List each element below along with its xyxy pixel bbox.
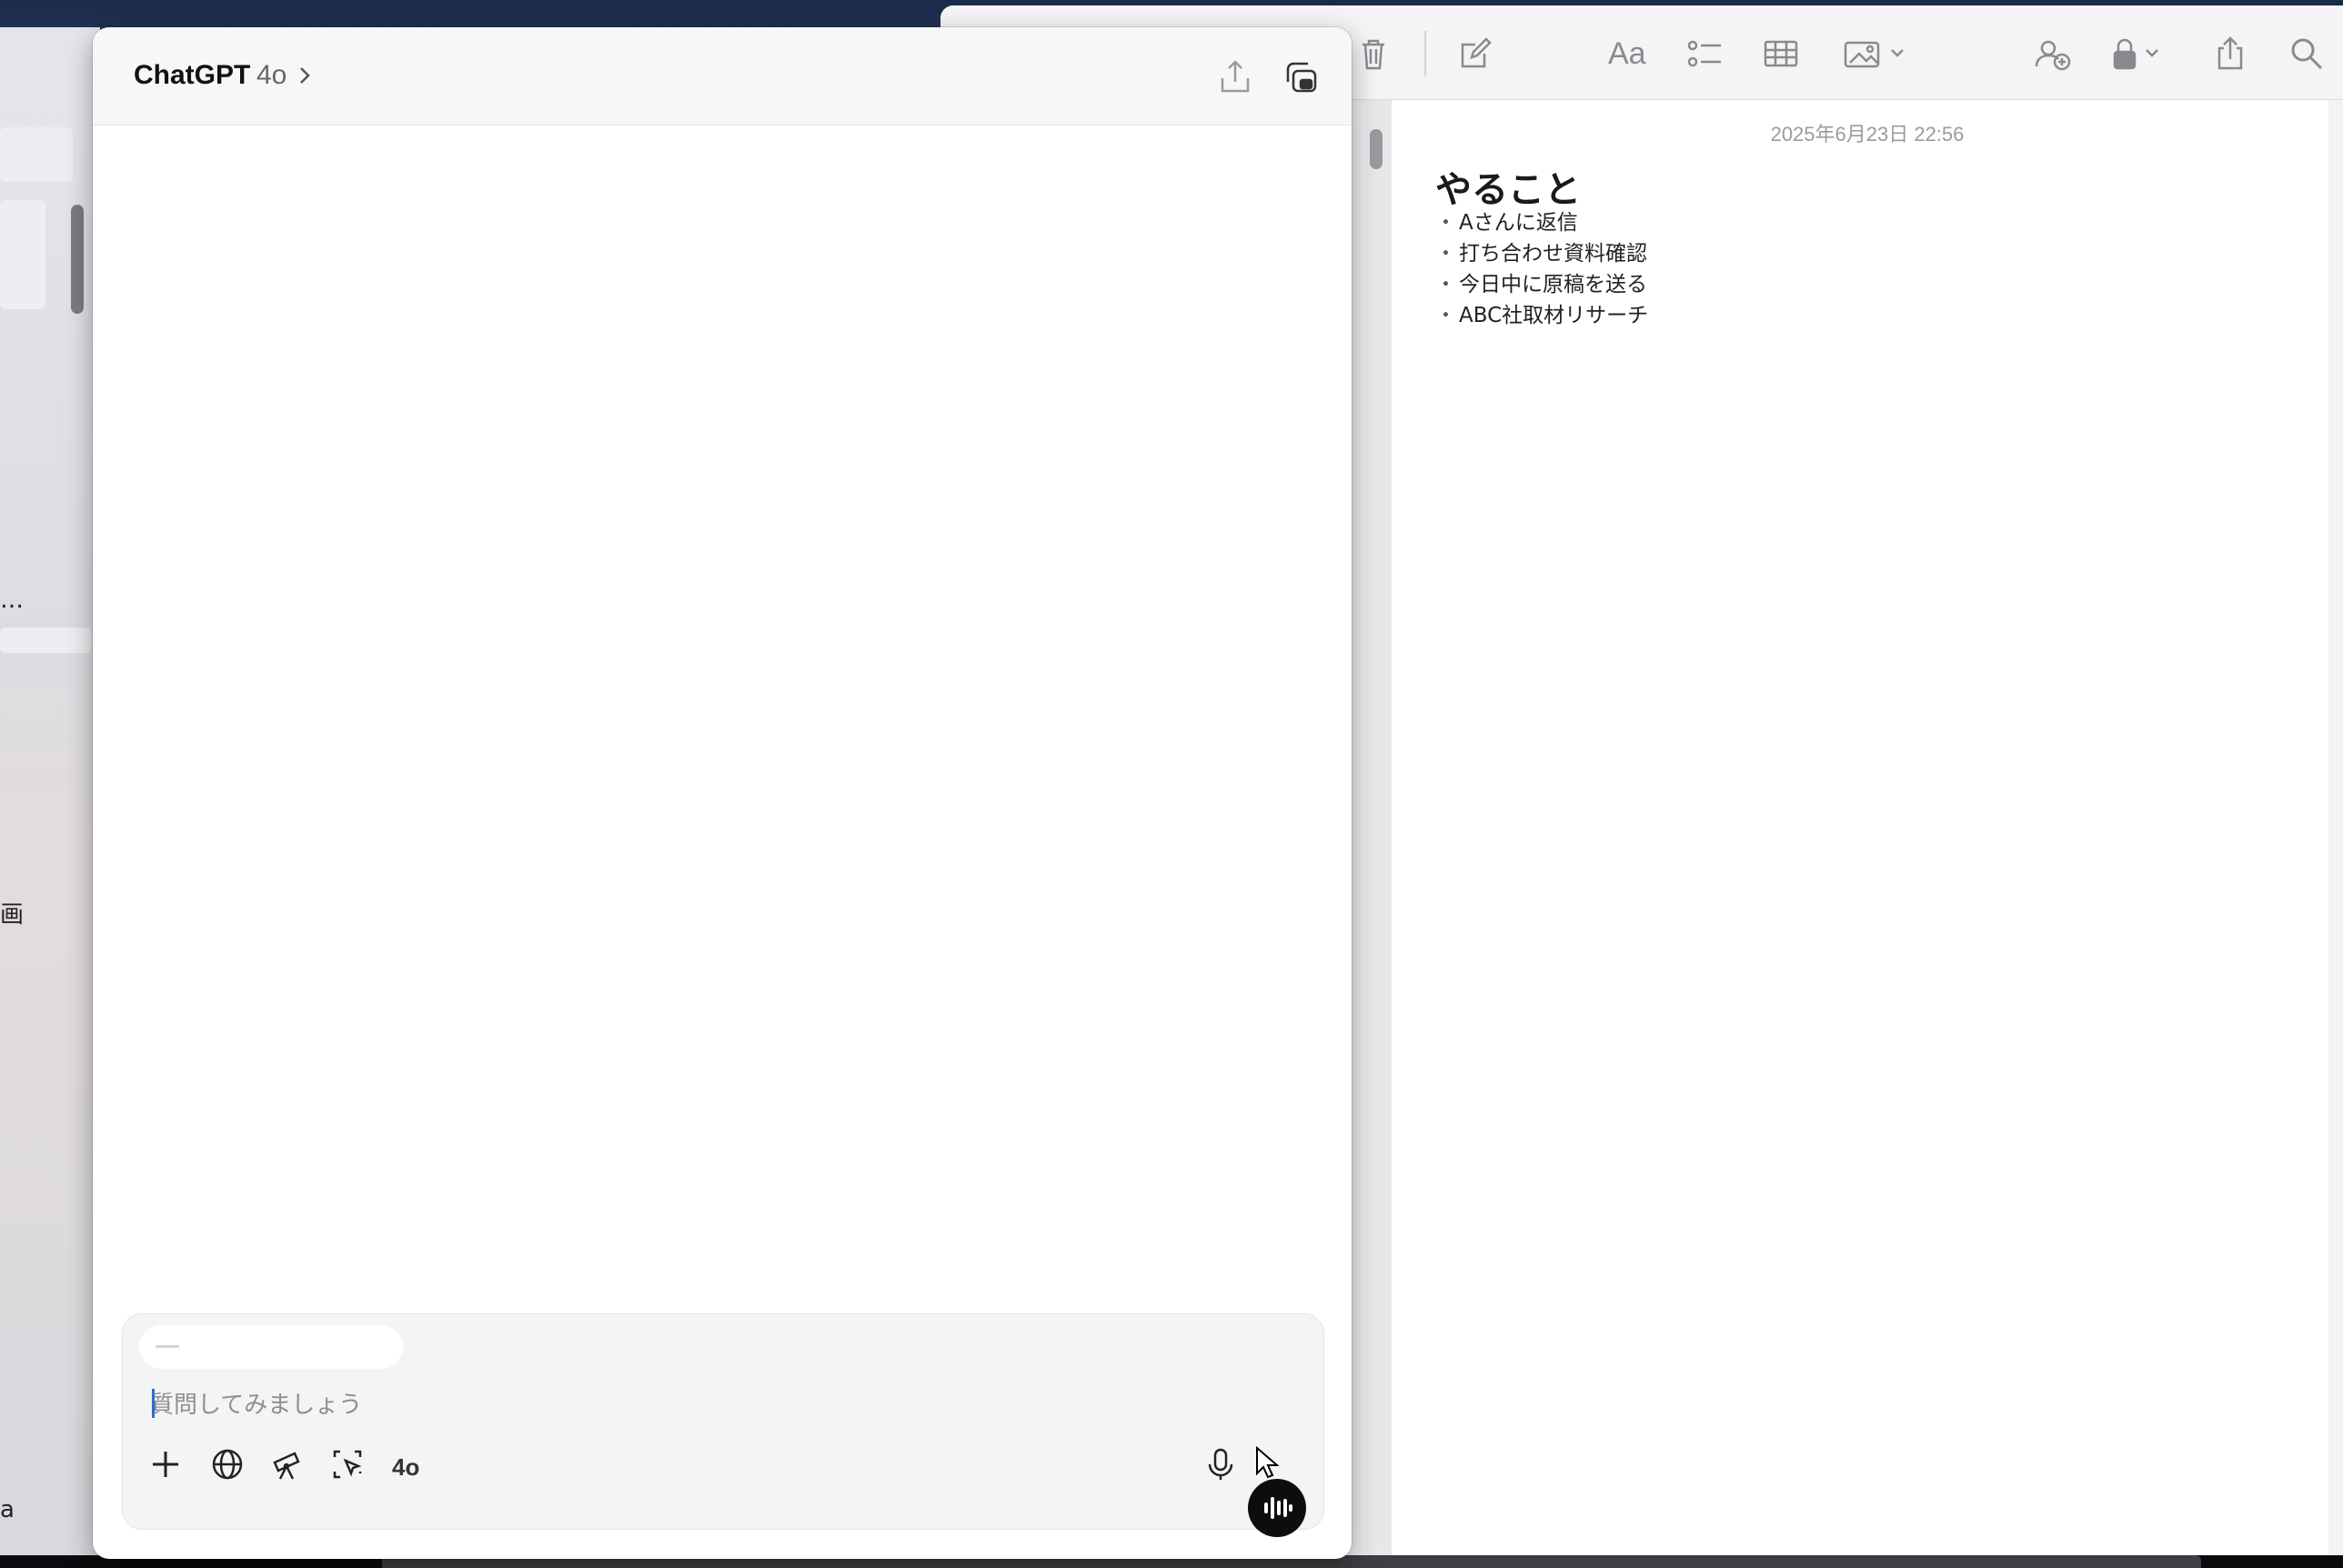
notes-scroll-track — [1364, 100, 1392, 1555]
background-app-scrollbar[interactable] — [71, 205, 84, 314]
model-selector[interactable]: 4o — [256, 60, 287, 91]
lock-icon[interactable] — [2110, 33, 2165, 75]
share-icon[interactable] — [2212, 33, 2248, 75]
background-app-text-fragment: … — [0, 587, 24, 614]
list-item-text: 打ち合わせ資料確認 — [1459, 242, 1647, 266]
background-app-row — [0, 628, 91, 653]
background-app-text-fragment: a — [0, 1496, 15, 1523]
bullet: ・ — [1435, 304, 1456, 327]
chip-placeholder-line — [156, 1345, 179, 1348]
voice-mode-button[interactable] — [1248, 1479, 1306, 1537]
format-icon[interactable]: Aa — [1608, 33, 1646, 75]
format-label: Aa — [1608, 35, 1646, 71]
list-item[interactable]: ・ Aさんに返信 — [1435, 207, 1648, 238]
list-item[interactable]: ・打ち合わせ資料確認 — [1435, 238, 1648, 269]
checklist-icon[interactable] — [1686, 33, 1723, 75]
media-icon[interactable] — [1843, 33, 1906, 75]
background-app-window[interactable]: … 画 a — [0, 27, 100, 1555]
telescope-icon[interactable] — [265, 1442, 310, 1487]
message-composer: 4o — [122, 1313, 1324, 1530]
search-icon[interactable] — [2288, 33, 2325, 75]
app-title: ChatGPT — [134, 60, 251, 90]
note-date: 2025年6月23日 22:56 — [1770, 123, 1965, 146]
background-app-text-fragment: 画 — [0, 901, 25, 929]
chevron-right-icon[interactable] — [295, 64, 315, 87]
list-item-text: Aさんに返信 — [1459, 211, 1578, 235]
list-item[interactable]: ・ ABC社取材リサーチ — [1435, 300, 1648, 331]
background-app-panel — [0, 200, 45, 309]
attachment-chip[interactable] — [139, 1325, 403, 1369]
note-editor[interactable]: 2025年6月23日 22:56 やること ・ Aさんに返信 ・打ち合わせ資料確認… — [1392, 100, 2343, 1555]
notes-window-edge — [2328, 100, 2343, 1555]
trash-icon[interactable] — [1355, 33, 1392, 75]
model-label[interactable]: 4o — [392, 1453, 419, 1482]
note-title[interactable]: やること — [1435, 160, 1581, 213]
chatgpt-window: ChatGPT 4o 4o — [93, 27, 1352, 1559]
table-icon[interactable] — [1763, 33, 1799, 75]
collaborate-icon[interactable] — [2032, 33, 2072, 75]
note-list: ・ Aさんに返信 ・打ち合わせ資料確認 ・今日中に原稿を送る ・ ABC社取材リサー… — [1435, 207, 1648, 331]
bullet: ・ — [1435, 273, 1456, 297]
chat-header: ChatGPT 4o — [93, 27, 1352, 126]
screen-select-icon[interactable] — [325, 1442, 370, 1487]
toolbar-separator — [1424, 31, 1426, 76]
share-icon[interactable] — [1215, 56, 1255, 96]
bullet: ・ — [1435, 242, 1456, 266]
message-input[interactable] — [150, 1383, 1151, 1425]
text-caret — [152, 1389, 155, 1418]
globe-icon[interactable] — [205, 1442, 250, 1487]
bullet: ・ — [1435, 211, 1456, 235]
compose-icon[interactable] — [1457, 33, 1493, 75]
list-item[interactable]: ・今日中に原稿を送る — [1435, 269, 1648, 300]
mic-icon[interactable] — [1198, 1442, 1243, 1487]
mouse-pointer-icon — [1256, 1446, 1279, 1479]
background-app-panel — [0, 127, 73, 182]
list-item-text: 今日中に原稿を送る — [1459, 273, 1647, 297]
notes-scrollbar[interactable] — [1370, 129, 1383, 169]
list-item-text: ABC社取材リサーチ — [1459, 304, 1649, 327]
plus-icon[interactable] — [143, 1442, 188, 1487]
new-window-icon[interactable] — [1281, 56, 1321, 96]
voice-waveform-icon — [1264, 1497, 1292, 1519]
